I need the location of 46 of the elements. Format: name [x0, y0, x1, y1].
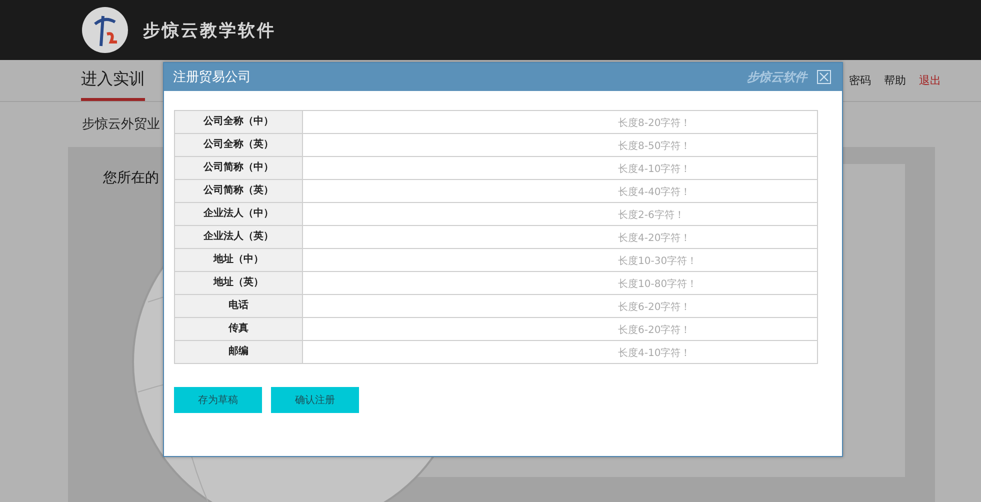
hint-text: 长度4-40字符！ [618, 186, 691, 198]
field-label: 公司全称（英） [174, 134, 302, 156]
hint-text: 长度2-6字符！ [618, 210, 684, 220]
hint-text: 长度8-50字符！ [618, 140, 691, 152]
field-label: 公司全称（中） [174, 110, 302, 134]
field-label: 公司简称（英） [174, 180, 302, 202]
field-label: 传真 [174, 318, 302, 340]
field-label: 地址（英） [174, 272, 302, 294]
close-icon[interactable] [817, 70, 831, 84]
nav-tab[interactable]: 进入实训 [81, 60, 145, 101]
hint-text: 长度4-20字符！ [618, 232, 691, 244]
field-label: 企业法人（中） [174, 202, 302, 226]
logo-icon [81, 6, 129, 54]
field-label: 公司简称（中） [174, 156, 302, 180]
form-button[interactable]: 确认注册 [271, 387, 359, 413]
hint-text: 长度6-20字符！ [618, 324, 691, 336]
input-field[interactable]: 长度10-30字符！ [302, 248, 818, 272]
input-field[interactable]: 长度2-6字符！ [302, 202, 818, 226]
input-field[interactable]: 长度4-20字符！ [302, 226, 818, 248]
input-field[interactable]: 长度8-20字符！ [302, 110, 818, 134]
hint-text: 长度6-20字符！ [618, 302, 691, 312]
nav-link[interactable]: 密码 [849, 73, 871, 88]
hint-text: 长度10-30字符！ [618, 256, 698, 266]
form-button[interactable]: 存为草稿 [174, 387, 262, 413]
input-field[interactable]: 长度8-50字符！ [302, 134, 818, 156]
input-field[interactable]: 长度6-20字符！ [302, 318, 818, 340]
field-label: 地址（中） [174, 248, 302, 272]
nav-link[interactable]: 退出 [919, 73, 941, 88]
input-field[interactable]: 长度4-40字符！ [302, 180, 818, 202]
input-field[interactable]: 长度4-10字符！ [302, 156, 818, 180]
brand-text: 步惊云软件 [747, 68, 807, 86]
breadcrumb-text: 步惊云外贸业 [82, 116, 160, 133]
dialog-title: 注册贸易公司 [173, 69, 252, 86]
field-label: 电话 [174, 294, 302, 318]
nav-link[interactable]: 帮助 [884, 73, 906, 88]
field-label: 企业法人（英） [174, 226, 302, 248]
app-title: 步惊云教学软件 [143, 20, 276, 42]
hint-text: 长度4-10字符！ [618, 348, 691, 358]
input-field[interactable]: 长度6-20字符！ [302, 294, 818, 318]
field-label: 邮编 [174, 340, 302, 364]
input-field[interactable]: 长度10-80字符！ [302, 272, 818, 294]
hint-text: 长度4-10字符！ [618, 164, 691, 174]
hint-text: 长度10-80字符！ [618, 278, 698, 290]
panel-heading: 您所在的 [103, 169, 159, 187]
input-field[interactable]: 长度4-10字符！ [302, 340, 818, 364]
hint-text: 长度8-20字符！ [618, 118, 691, 128]
